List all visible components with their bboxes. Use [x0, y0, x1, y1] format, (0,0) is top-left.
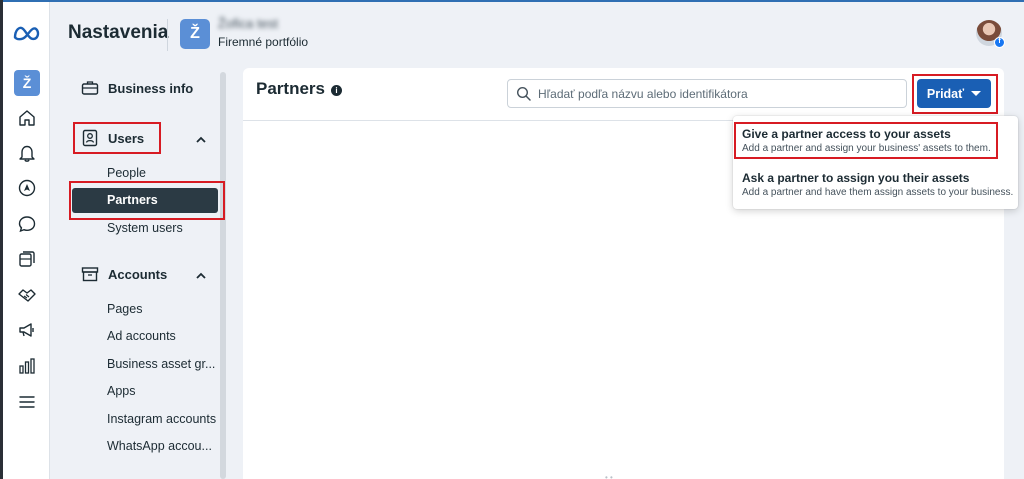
dropdown-item-title: Give a partner access to your assets	[742, 127, 951, 141]
portfolio-name[interactable]: Žofica test	[218, 16, 278, 31]
nav-item-whatsapp-accounts[interactable]: WhatsApp accou...	[107, 439, 212, 453]
nav-business-info-label: Business info	[108, 80, 194, 96]
chat-icon[interactable]	[17, 214, 37, 234]
pages-icon[interactable]	[17, 249, 37, 269]
nav-scrollbar[interactable]	[220, 72, 226, 479]
nav-item-instagram-accounts[interactable]: Instagram accounts	[107, 412, 216, 426]
handshake-icon[interactable]	[17, 285, 37, 305]
nav-item-ad-accounts[interactable]: Ad accounts	[107, 329, 176, 343]
nav-group-accounts[interactable]: Accounts	[68, 264, 167, 284]
bell-icon[interactable]	[17, 143, 37, 163]
loading-indicator: • •	[605, 473, 613, 479]
nav-item-pages[interactable]: Pages	[107, 302, 142, 316]
facebook-badge-icon: f	[994, 37, 1005, 48]
bar-chart-icon[interactable]	[17, 356, 37, 376]
header-divider	[167, 19, 168, 51]
page-title: Nastavenia	[68, 22, 169, 43]
chevron-up-icon[interactable]	[195, 134, 207, 146]
add-partner-button-label: Pridať	[926, 86, 965, 101]
compass-icon[interactable]	[17, 178, 37, 198]
dropdown-item-title: Ask a partner to assign you their assets	[742, 171, 970, 185]
nav-users-label: Users	[108, 130, 145, 146]
left-rail: Ž	[3, 2, 50, 479]
portfolio-subtitle: Firemné portfólio	[218, 35, 309, 49]
search-icon	[516, 86, 531, 101]
dropdown-item-give-access[interactable]: Give a partner access to your assets Add…	[733, 127, 1018, 154]
window-top-border	[0, 0, 1024, 2]
nav-group-users[interactable]: Users	[68, 128, 144, 148]
settings-nav: Business info Users People Partners Syst…	[68, 70, 228, 479]
nav-item-apps[interactable]: Apps	[107, 384, 136, 398]
avatar[interactable]: f	[976, 20, 1005, 48]
user-badge-icon	[80, 128, 100, 148]
info-icon[interactable]: i	[331, 85, 342, 96]
meta-logo[interactable]	[12, 24, 42, 42]
nav-business-info[interactable]: Business info	[68, 78, 193, 98]
chevron-up-icon[interactable]	[195, 270, 207, 282]
megaphone-icon[interactable]	[17, 320, 37, 340]
archive-box-icon	[80, 264, 100, 284]
panel-header: Partners i Pridať	[243, 68, 1004, 121]
portfolio-badge[interactable]: Ž	[180, 19, 210, 49]
dropdown-item-ask-assign[interactable]: Ask a partner to assign you their assets…	[733, 171, 1018, 198]
add-partner-button[interactable]: Pridať	[917, 79, 991, 108]
home-icon[interactable]	[17, 108, 37, 128]
briefcase-icon	[80, 78, 100, 98]
nav-accounts-label: Accounts	[108, 266, 168, 282]
nav-item-business-asset-groups[interactable]: Business asset gr...	[107, 357, 215, 371]
search-input[interactable]	[538, 84, 898, 104]
nav-item-people[interactable]: People	[107, 166, 146, 180]
panel-title: Partners	[256, 79, 325, 98]
nav-item-partners-label: Partners	[107, 193, 158, 207]
workspace-badge[interactable]: Ž	[14, 70, 40, 96]
menu-icon[interactable]	[17, 392, 37, 412]
dropdown-item-desc: Add a partner and have them assign asset…	[742, 187, 1014, 198]
caret-down-icon	[971, 91, 982, 96]
search-box[interactable]	[507, 79, 907, 108]
add-partner-dropdown: Give a partner access to your assets Add…	[733, 116, 1018, 209]
nav-item-partners[interactable]: Partners	[72, 188, 218, 213]
dropdown-item-desc: Add a partner and assign your business' …	[742, 143, 991, 154]
nav-item-system-users[interactable]: System users	[107, 221, 183, 235]
